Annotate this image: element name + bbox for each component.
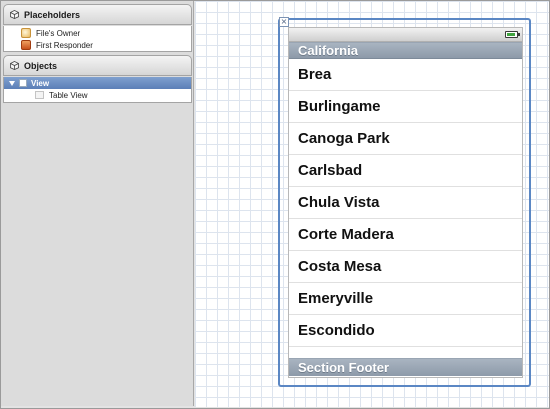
- placeholder-label: First Responder: [36, 40, 93, 50]
- placeholder-label: File's Owner: [36, 28, 81, 38]
- placeholder-item-first-responder[interactable]: First Responder: [4, 39, 191, 51]
- cube-icon: [10, 61, 19, 70]
- objects-list: View Table View: [3, 77, 192, 103]
- table-row[interactable]: Canoga Park: [289, 123, 522, 155]
- object-label: View: [31, 78, 50, 88]
- table-row[interactable]: Brea: [289, 59, 522, 91]
- table-view[interactable]: Brea Burlingame Canoga Park Carlsbad Chu…: [289, 59, 522, 347]
- objects-title: Objects: [24, 60, 58, 71]
- table-row[interactable]: Chula Vista: [289, 187, 522, 219]
- objects-header[interactable]: Objects: [3, 55, 192, 76]
- status-bar: [289, 28, 522, 42]
- iphone-view[interactable]: California Brea Burlingame Canoga Park C…: [288, 27, 523, 378]
- table-row[interactable]: Costa Mesa: [289, 251, 522, 283]
- object-item-view[interactable]: View: [4, 77, 191, 89]
- document-outline: Placeholders File's Owner First Responde…: [1, 1, 194, 406]
- cube-icon: [10, 10, 19, 19]
- object-item-table-view[interactable]: Table View: [4, 89, 191, 101]
- table-row[interactable]: Emeryville: [289, 283, 522, 315]
- disclosure-triangle-icon[interactable]: [9, 80, 15, 86]
- table-row[interactable]: Corte Madera: [289, 219, 522, 251]
- placeholder-item-files-owner[interactable]: File's Owner: [4, 27, 191, 39]
- first-responder-icon: [21, 40, 31, 50]
- table-row[interactable]: Carlsbad: [289, 155, 522, 187]
- placeholders-list: File's Owner First Responder: [3, 26, 192, 52]
- table-view-icon: [35, 91, 44, 99]
- view-icon: [19, 79, 27, 87]
- section-header: California: [289, 42, 522, 59]
- placeholders-header[interactable]: Placeholders: [3, 4, 192, 25]
- table-row[interactable]: Escondido: [289, 315, 522, 347]
- table-row[interactable]: Burlingame: [289, 91, 522, 123]
- placeholders-title: Placeholders: [24, 9, 81, 20]
- battery-icon: [505, 31, 520, 38]
- section-footer: Section Footer: [289, 358, 522, 376]
- close-icon[interactable]: ×: [279, 17, 289, 27]
- files-owner-icon: [21, 28, 31, 38]
- object-label: Table View: [49, 90, 88, 100]
